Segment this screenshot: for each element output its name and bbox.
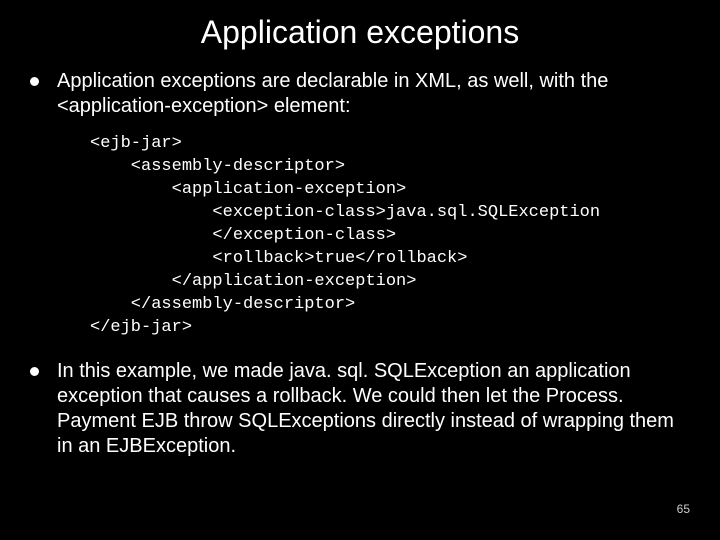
code-line: <assembly-descriptor> [90, 157, 345, 176]
code-line: <ejb-jar> [90, 134, 182, 153]
code-block: <ejb-jar> <assembly-descriptor> <applica… [90, 133, 690, 339]
code-line: <exception-class>java.sql.SQLException [90, 203, 600, 222]
bullet-item-2: In this example, we made java. sql. SQLE… [30, 359, 690, 459]
bullet-icon [30, 77, 39, 86]
page-number: 65 [677, 502, 690, 516]
code-line: </application-exception> [90, 272, 416, 291]
bullet-text: In this example, we made java. sql. SQLE… [57, 359, 690, 459]
code-line: <rollback>true</rollback> [90, 249, 467, 268]
slide-title: Application exceptions [30, 14, 690, 51]
code-line: </ejb-jar> [90, 318, 192, 337]
slide: Application exceptions Application excep… [0, 0, 720, 540]
bullet-text: Application exceptions are declarable in… [57, 69, 690, 119]
bullet-icon [30, 367, 39, 376]
code-line: </assembly-descriptor> [90, 295, 355, 314]
code-line: </exception-class> [90, 226, 396, 245]
code-line: <application-exception> [90, 180, 406, 199]
bullet-item-1: Application exceptions are declarable in… [30, 69, 690, 119]
